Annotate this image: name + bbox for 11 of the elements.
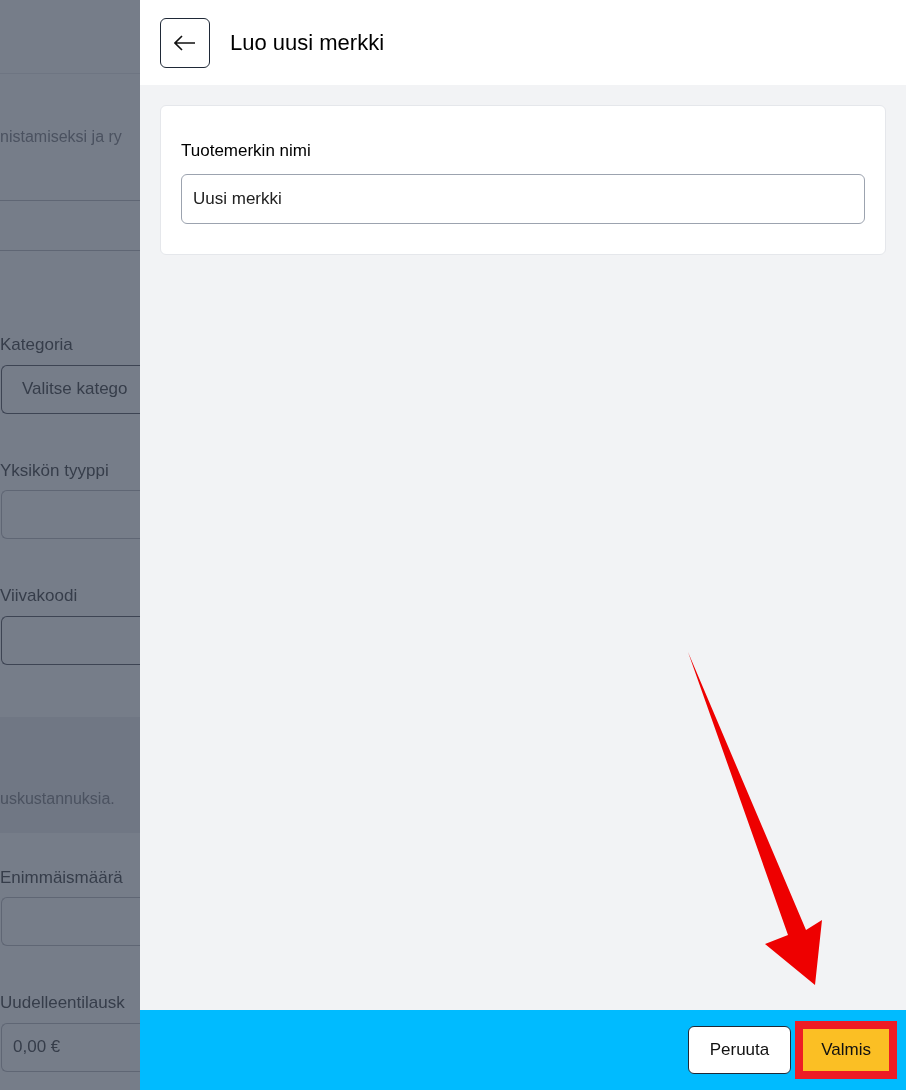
back-arrow-icon: [174, 34, 196, 51]
field-label: Tuotemerkin nimi: [181, 140, 312, 162]
field-label: Yksikön tyyppi: [0, 459, 110, 482]
back-button[interactable]: [160, 17, 210, 68]
panel-title: Luo uusi merkki: [230, 29, 385, 57]
field-label: Viivakoodi: [0, 585, 79, 607]
cancel-button[interactable]: Peruuta: [687, 1026, 792, 1074]
field-label: Kategoria: [0, 334, 74, 356]
brand-name-input[interactable]: Uusi merkki: [181, 173, 865, 224]
field-label: Uudelleentilausk: [0, 992, 126, 1014]
field-label: Enimmäismäärä: [0, 866, 124, 889]
